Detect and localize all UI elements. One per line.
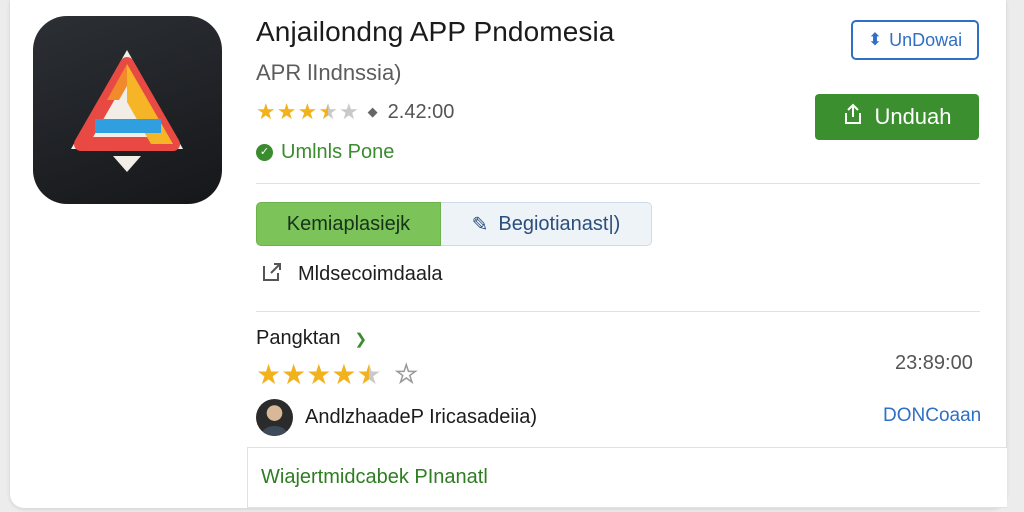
separator-icon: ◆ (367, 104, 378, 119)
empty-star-icon[interactable]: ★ (395, 360, 418, 389)
tab-label: Kemiaplasiejk (286, 212, 411, 235)
install-button-label: Unduah (874, 104, 952, 129)
status-label: Umlnls Pone (281, 141, 395, 163)
star-icon: ★ (281, 359, 307, 390)
rating-count: 2.42:00 (387, 100, 455, 123)
check-circle-icon: ✓ (256, 144, 273, 161)
pencil-icon: ✎ (471, 213, 489, 236)
star-icon: ★ (276, 99, 297, 124)
external-link-row[interactable]: Mldsecoimdaala (260, 259, 443, 289)
avatar (256, 398, 293, 436)
review-item: AndlzhaadeP Iricasadeiia) (256, 397, 537, 437)
ratings-section-header[interactable]: Pangktan ❯ (256, 327, 367, 350)
half-star-icon: ★ (356, 359, 382, 390)
footer-link[interactable]: Wiajertmidcabek PInanatl (247, 447, 1007, 508)
star-icon: ★ (331, 359, 357, 390)
tab-details[interactable]: ✎ Begiotianast|) (441, 202, 652, 246)
install-status: ✓ Umlnls Pone (256, 141, 394, 164)
section-rating: ★ ★ ★ ★ ★ ★ (256, 358, 418, 392)
app-icon (33, 16, 222, 204)
section-title: Pangktan (256, 327, 341, 349)
section-rating-count: 23:89:00 (895, 352, 973, 374)
divider (256, 183, 980, 184)
app-title: Anjailondng APP Pndomesia (256, 16, 615, 47)
app-rating: ★ ★ ★ ★ ★ ◆ 2.42:00 (256, 98, 454, 126)
install-button[interactable]: Unduah (815, 94, 979, 140)
external-link-label: Mldsecoimdaala (298, 262, 443, 285)
download-outline-button[interactable]: ⬍ UnDowai (851, 20, 979, 60)
empty-star-icon: ★ (338, 99, 359, 124)
star-icon: ★ (297, 99, 318, 124)
star-icon: ★ (256, 359, 282, 390)
half-star-icon: ★ (318, 99, 338, 124)
divider (256, 311, 980, 312)
download-icon: ⬍ (867, 30, 883, 49)
tab-overview[interactable]: Kemiaplasiejk (256, 202, 441, 246)
review-link[interactable]: DONCoaan (883, 405, 981, 427)
app-subtitle: APR lIndnssia) (256, 60, 402, 85)
external-link-icon (260, 259, 284, 289)
share-icon (842, 102, 864, 132)
footer-label: Wiajertmidcabek PInanatl (261, 466, 488, 488)
star-icon: ★ (306, 359, 332, 390)
tab-label: Begiotianast|) (498, 212, 621, 235)
download-outline-label: UnDowai (889, 29, 963, 50)
chevron-down-icon: ❯ (354, 330, 368, 348)
review-author: AndlzhaadeP Iricasadeiia) (305, 405, 538, 428)
star-icon: ★ (256, 99, 276, 124)
